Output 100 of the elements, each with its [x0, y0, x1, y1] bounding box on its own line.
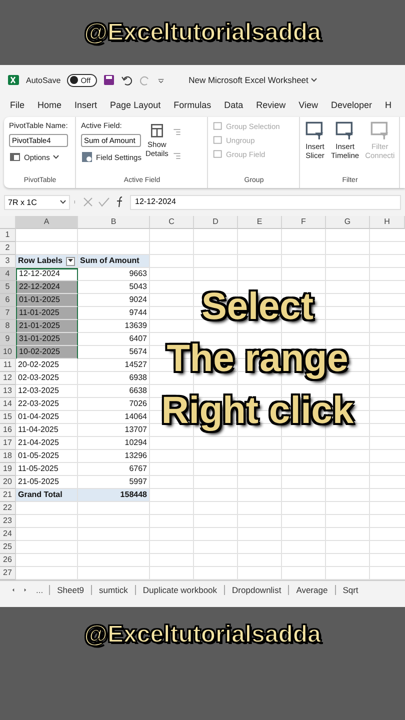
filter-table-icon: [305, 121, 325, 141]
menu-tab[interactable]: View: [298, 100, 318, 112]
grid-cell[interactable]: [16, 541, 78, 554]
chevron-down-icon: [311, 78, 318, 82]
name-box[interactable]: 7R x 1C: [4, 194, 70, 210]
row-number[interactable]: 22: [0, 502, 16, 515]
row-number[interactable]: 11: [0, 359, 16, 372]
menu-tab[interactable]: Formulas: [174, 100, 212, 112]
previous-icon: [12, 586, 17, 594]
table-cell: 11-01-2025: [16, 307, 78, 320]
sheet-tab[interactable]: sumtick: [91, 584, 135, 594]
row-number[interactable]: 16: [0, 424, 16, 437]
row-number[interactable]: 18: [0, 450, 16, 463]
filter-table-icon: [370, 121, 390, 141]
grid-cell[interactable]: [16, 528, 78, 541]
table-cell: 01-04-2025: [16, 411, 78, 424]
menu-tab[interactable]: Review: [256, 100, 286, 112]
grid-cell[interactable]: [16, 554, 78, 567]
column-header[interactable]: C: [150, 216, 194, 229]
row-number[interactable]: 23: [0, 515, 16, 528]
table-cell: 12-12-2024: [16, 268, 78, 281]
sheet-tab[interactable]: Sqrt: [334, 584, 366, 594]
menu-tab[interactable]: H: [385, 100, 392, 112]
channel-handle: @Exceltutorialsadda: [84, 621, 321, 649]
table-cell: 21-05-2025: [16, 476, 78, 489]
row-number[interactable]: 21: [0, 489, 16, 502]
caption-text: Select: [202, 285, 314, 330]
sheet-tab[interactable]: Dropdownlist: [224, 584, 288, 594]
row-number[interactable]: 10: [0, 346, 16, 359]
menu-tab[interactable]: Home: [38, 100, 62, 112]
filter-dropdown-button[interactable]: [66, 256, 75, 266]
column-header[interactable]: G: [326, 216, 370, 229]
row-number[interactable]: 15: [0, 411, 16, 424]
row-number[interactable]: 14: [0, 398, 16, 411]
sheet-tab[interactable]: Sheet9: [49, 584, 92, 594]
table-cell: 22-03-2025: [16, 398, 78, 411]
row-number[interactable]: 1: [0, 229, 16, 242]
column-header[interactable]: A: [16, 216, 78, 229]
menu-tab[interactable]: Insert: [74, 100, 98, 112]
menu-tab[interactable]: Page Layout: [110, 100, 161, 112]
caption-text: The range: [166, 337, 348, 382]
collapse-icon: [172, 151, 182, 161]
row-number[interactable]: 19: [0, 463, 16, 476]
row-number[interactable]: 13: [0, 385, 16, 398]
undo-icon: [120, 74, 133, 86]
expand-icon: [172, 127, 182, 137]
row-number[interactable]: 25: [0, 541, 16, 554]
table-cell: 02-03-2025: [16, 372, 78, 385]
grid-cell[interactable]: [16, 567, 78, 580]
square-icon: [213, 149, 223, 159]
autosave-label: AutoSave: [26, 76, 61, 84]
select-all-corner[interactable]: [0, 216, 16, 229]
table-cell: 31-01-2025: [16, 333, 78, 346]
column-header[interactable]: B: [78, 216, 150, 229]
formula-field[interactable]: 12-12-2024: [130, 194, 401, 210]
grid-cell[interactable]: [16, 502, 78, 515]
table-cell: 01-01-2025: [16, 294, 78, 307]
table-cell: 11-05-2025: [16, 463, 78, 476]
more-sheets-button[interactable]: ...: [36, 584, 44, 594]
table-cell: 158448: [78, 489, 150, 502]
column-header[interactable]: E: [238, 216, 282, 229]
row-number[interactable]: 27: [0, 567, 16, 580]
caption-text: Right click: [161, 389, 354, 434]
square-icon: [213, 121, 223, 131]
row-number[interactable]: 2: [0, 242, 16, 255]
row-number[interactable]: 6: [0, 294, 16, 307]
square-icon: [213, 135, 223, 145]
document-title[interactable]: New Microsoft Excel Worksheet: [188, 75, 318, 85]
column-header[interactable]: F: [282, 216, 326, 229]
options-icon: [9, 151, 21, 163]
chevron-down-icon: [52, 155, 59, 159]
table-cell: 22-12-2024: [16, 281, 78, 294]
row-labels-header: Row Labels: [16, 255, 78, 268]
sheet-tab[interactable]: Average: [288, 584, 335, 594]
row-number[interactable]: 12: [0, 372, 16, 385]
column-header[interactable]: H: [370, 216, 405, 229]
row-number[interactable]: 8: [0, 320, 16, 333]
menu-tab[interactable]: Developer: [331, 100, 372, 112]
table-cell: 21-04-2025: [16, 437, 78, 450]
row-number[interactable]: 17: [0, 437, 16, 450]
grid-cell[interactable]: [16, 229, 78, 242]
row-number[interactable]: 24: [0, 528, 16, 541]
column-header[interactable]: D: [194, 216, 238, 229]
row-number[interactable]: 20: [0, 476, 16, 489]
row-number[interactable]: 9: [0, 333, 16, 346]
row-number[interactable]: 26: [0, 554, 16, 567]
menu-tab[interactable]: Data: [224, 100, 244, 112]
row-number[interactable]: 4: [0, 268, 16, 281]
sheet-tab[interactable]: Duplicate workbook: [134, 584, 224, 594]
grid-cell[interactable]: [16, 515, 78, 528]
table-cell: 11-04-2025: [16, 424, 78, 437]
row-number[interactable]: 7: [0, 307, 16, 320]
grid-cell[interactable]: [16, 242, 78, 255]
table-cell: 12-03-2025: [16, 385, 78, 398]
next-icon: [24, 586, 29, 594]
row-number[interactable]: 5: [0, 281, 16, 294]
confirm-icon: [98, 196, 110, 208]
menu-tab[interactable]: File: [10, 100, 25, 112]
row-number[interactable]: 3: [0, 255, 16, 268]
excel-logo-icon: [8, 74, 20, 86]
